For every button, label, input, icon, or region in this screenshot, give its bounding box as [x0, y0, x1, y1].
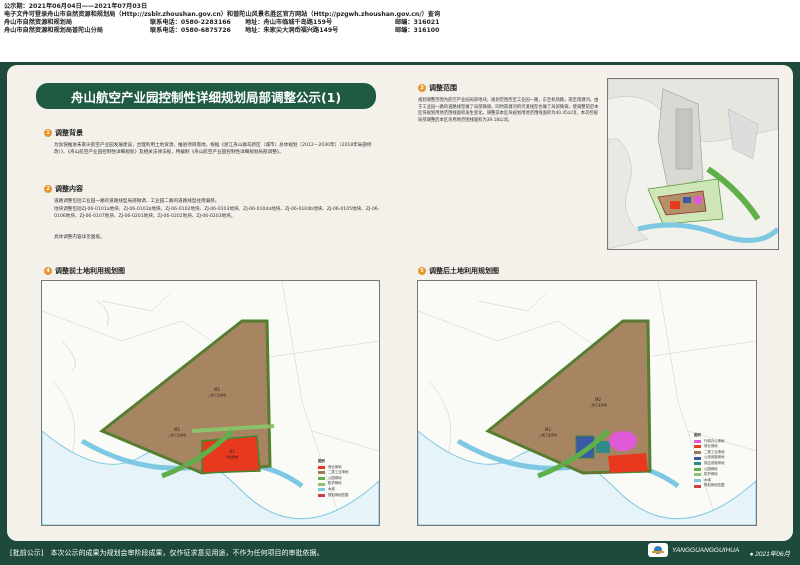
- section-title: 调整前土地利用规划图: [55, 267, 125, 275]
- scope-text: 规划调整范围为航空产业园局部地块，规划范围西至工业园一路，东至机场路，南至南塘河…: [418, 98, 599, 123]
- legend-after: 图例 行政办公用地 商业用地 二类工业用地 公用设施用地 供应设施用地 公园绿地 防护绿地 水域…: [694, 433, 724, 489]
- map-label-m2: M2: [214, 387, 220, 392]
- org2-address: 地址：朱家尖大洞岙福兴路149号: [245, 27, 339, 34]
- map-label-m2-desc: 二类工业用地: [208, 392, 226, 397]
- org2-phone: 联系电话：0580-6875726: [150, 27, 231, 34]
- land-use-map-after: M2 二类工业用地 M2 二类工业用地 图例 行政办公用地 商业用地 二类工业用地 公用…: [417, 280, 757, 526]
- map-label-m2-west-desc: 二类工业用地: [168, 432, 186, 437]
- location-map-graphic: [608, 79, 778, 249]
- notice-header: 公示期：2021年06月04日——2021年07月03日 电子文件可登录舟山市自…: [0, 0, 800, 62]
- footer-notice: [批前公示] 本次公示的成果为规划会审阶段成果，仅作征求意见用途，不作为任何项目…: [10, 549, 324, 557]
- section-title: 调整内容: [55, 185, 83, 193]
- legend-item: 规划用地范围: [318, 493, 348, 499]
- legend-swatch: [318, 477, 325, 481]
- background-text: 为加快推进朱家尖航空产业园发展建设，合理利用土地资源，推进项目落地，根据《浙江舟…: [54, 143, 372, 155]
- org1-address: 地址：舟山市临城千岛路159号: [245, 19, 333, 26]
- legend-swatch: [694, 484, 701, 488]
- legend-swatch: [694, 462, 701, 466]
- legend-before: 图例 商业用地 二类工业用地 公园绿地 防护绿地 水域 规划用地范围: [318, 459, 348, 498]
- company-logo: [648, 543, 668, 557]
- logo-graphic: [652, 546, 664, 554]
- section-number-badge: 5: [418, 267, 426, 275]
- legend-item: 规划用地范围: [694, 483, 724, 489]
- legend-swatch: [694, 479, 701, 483]
- location-map: [607, 78, 779, 250]
- legend-swatch: [318, 488, 325, 492]
- online-query-info: 电子文件可登录舟山市自然资源和规划局（Http://zsblr.zhoushan…: [4, 11, 441, 18]
- legend-swatch: [694, 456, 701, 460]
- details-note: 具体调整内容详见图纸。: [54, 235, 105, 240]
- legend-label: 规划用地范围: [704, 483, 725, 488]
- map-label-m2-west-desc: 二类工业用地: [539, 432, 557, 437]
- footer-date: ● 2021年06月: [749, 551, 790, 558]
- map-label-b1-desc: 商业用地: [226, 454, 238, 459]
- legend-swatch: [318, 465, 325, 469]
- map-label-m2-west: M2: [545, 427, 551, 432]
- legend-swatch: [318, 482, 325, 486]
- page-title: 舟山航空产业园控制性详细规划局部调整公示(1): [36, 83, 376, 109]
- map-label-m2-west: M2: [174, 427, 180, 432]
- section-number-badge: 1: [44, 129, 52, 137]
- section-background-heading: 1 调整背景: [44, 128, 83, 138]
- section-title: 调整背景: [55, 129, 83, 137]
- section-after-map-heading: 5 调整后土地利用规划图: [418, 266, 499, 276]
- org2-name: 舟山市自然资源和规划局普陀山分局: [4, 27, 103, 34]
- map-label-m2: M2: [595, 397, 601, 402]
- legend-label: 规划用地范围: [328, 492, 349, 497]
- map-label-m2-desc: 二类工业用地: [589, 402, 607, 407]
- land-use-map-before: M2 二类工业用地 M2 二类工业用地 B1 商业用地 图例 商业用地 二类工业用地…: [41, 280, 380, 526]
- legend-swatch: [318, 471, 325, 475]
- legend-swatch: [694, 439, 701, 443]
- section-scope-heading: 3 调整范围: [418, 83, 457, 93]
- footer-brand: YANGGUANGGUIHUA: [672, 547, 740, 554]
- org2-zip: 邮编：316100: [395, 27, 440, 34]
- footer-bar: [批前公示] 本次公示的成果为规划会审阶段成果，仅作征求意见用途，不作为任何项目…: [0, 541, 800, 565]
- org1-name: 舟山市自然资源和规划局: [4, 19, 73, 26]
- org1-zip: 邮编：316021: [395, 19, 440, 26]
- legend-swatch: [694, 445, 701, 449]
- plot-adjustment-text: 地块调整包括ZJ-06-0101a地块、ZJ-06-0101b地块、ZJ-06-…: [54, 207, 380, 219]
- section-before-map-heading: 4 调整前土地利用规划图: [44, 266, 125, 276]
- map-label-b1: B1: [229, 449, 235, 454]
- road-adjustment-text: 道路调整包括工业园一路的道路线型局部微调、工业园二路的道路线型往南偏移。: [54, 199, 220, 204]
- org1-phone: 联系电话：0580-2283166: [150, 19, 231, 26]
- legend-swatch: [694, 467, 701, 471]
- section-number-badge: 3: [418, 84, 426, 92]
- section-number-badge: 2: [44, 185, 52, 193]
- section-title: 调整后土地利用规划图: [429, 267, 499, 275]
- section-number-badge: 4: [44, 267, 52, 275]
- section-title: 调整范围: [429, 84, 457, 92]
- section-content-heading: 2 调整内容: [44, 184, 83, 194]
- legend-swatch: [694, 451, 701, 455]
- publicity-period: 公示期：2021年06月04日——2021年07月03日: [4, 3, 148, 10]
- legend-swatch: [318, 493, 325, 497]
- legend-swatch: [694, 473, 701, 477]
